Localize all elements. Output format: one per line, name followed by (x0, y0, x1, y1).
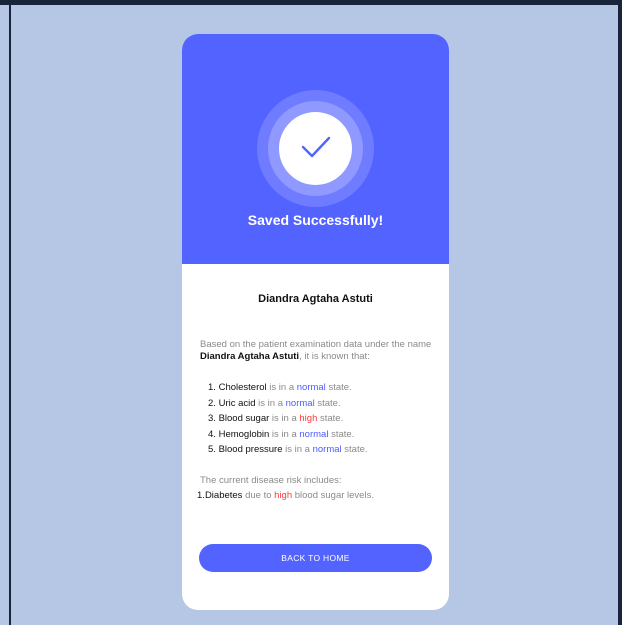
intro-text: Based on the patient examination data un… (200, 339, 440, 362)
success-title: Saved Successfully! (247, 212, 384, 228)
result-state: normal (285, 397, 315, 409)
back-to-home-button[interactable]: BACK TO HOME (199, 544, 432, 572)
result-state: normal (296, 382, 326, 393)
result-item: 1. Cholesterol is in a normal state. (208, 380, 438, 396)
window-frame-right (618, 5, 622, 625)
result-name: Blood sugar (218, 413, 270, 425)
result-number: 2. (208, 397, 216, 409)
risk-tail: blood sugar levels. (294, 490, 374, 501)
intro-suffix: , it is known that: (299, 350, 370, 362)
result-number: 5. (208, 444, 216, 456)
results-list: 1. Cholesterol is in a normal state. 2. … (208, 380, 438, 458)
result-item: 4. Hemoglobin is in a normal state. (208, 427, 438, 443)
risk-number: 1. (197, 490, 205, 501)
check-icon (301, 136, 331, 158)
risk-connector: due to (245, 490, 272, 501)
result-connector: is in a (269, 382, 295, 393)
result-state: high (299, 413, 318, 425)
result-name: Uric acid (218, 397, 256, 409)
result-connector: is in a (285, 444, 310, 456)
result-item: 3. Blood sugar is in a high state. (208, 411, 438, 427)
window-frame-top (0, 0, 622, 5)
result-connector: is in a (258, 397, 283, 409)
risk-level: high (274, 490, 293, 501)
result-item: 5. Blood pressure is in a normal state. (208, 442, 438, 458)
result-tail: state. (317, 397, 341, 409)
result-name: Cholesterol (218, 382, 267, 393)
result-tail: state. (328, 382, 352, 393)
result-name: Blood pressure (218, 444, 283, 456)
result-number: 1. (208, 382, 216, 393)
result-connector: is in a (271, 428, 297, 440)
intro-prefix: Based on the patient examination data un… (200, 339, 432, 350)
result-tail: state. (320, 413, 344, 425)
result-number: 4. (208, 428, 216, 440)
risk-name: Diabetes (204, 490, 243, 501)
result-tail: state. (331, 428, 355, 440)
patient-name: Diandra Agtaha Astuti (258, 293, 373, 305)
result-tail: state. (344, 444, 368, 456)
result-state: normal (299, 428, 329, 440)
success-header: Saved Successfully! (182, 34, 449, 264)
window-frame-left (9, 5, 11, 625)
result-name: Hemoglobin (218, 428, 270, 440)
result-number: 3. (208, 413, 216, 425)
result-connector: is in a (271, 413, 297, 425)
success-card: Saved Successfully! Diandra Agtaha Astut… (182, 34, 449, 610)
result-item: 2. Uric acid is in a normal state. (208, 396, 438, 412)
intro-patient-name: Diandra Agtaha Astuti (200, 350, 300, 362)
risk-title: The current disease risk includes: (200, 475, 342, 486)
risk-item: 1.Diabetes due to high blood sugar level… (197, 490, 442, 501)
result-state: normal (312, 444, 342, 456)
